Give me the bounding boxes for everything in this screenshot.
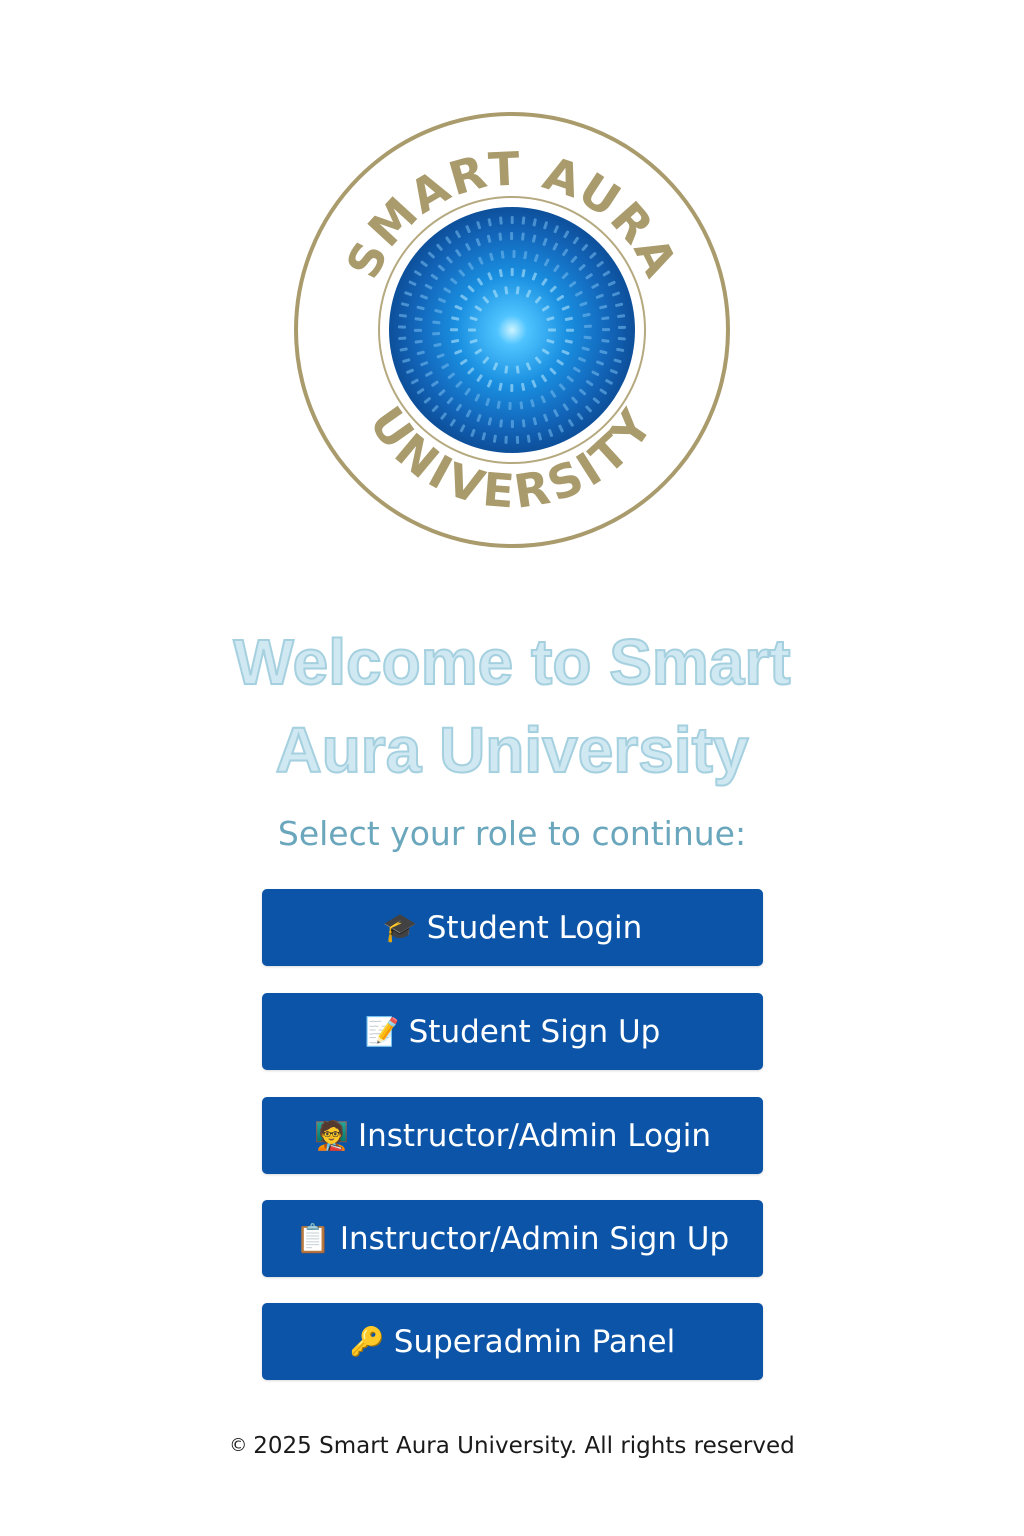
button-label: Instructor/Admin Login	[357, 1117, 712, 1154]
key-icon: 🔑	[349, 1324, 385, 1358]
memo-pencil-icon: 📝	[364, 1014, 400, 1048]
footer-copyright: © 2025 Smart Aura University. All rights …	[0, 1430, 1024, 1462]
orb-texture-mark	[510, 383, 514, 393]
orb-texture-mark	[413, 328, 423, 332]
button-label: Student Sign Up	[408, 1013, 661, 1050]
university-seal-logo: SMART AURA UNIVERSITY	[292, 110, 732, 550]
footer-text: 2025 Smart Aura University. All rights r…	[253, 1433, 795, 1459]
orb-texture-mark	[510, 231, 514, 241]
orb-texture-mark	[601, 328, 611, 332]
title-line-2: Aura University	[274, 713, 749, 787]
instructor-admin-signup-button[interactable]: 📋 Instructor/Admin Sign Up	[262, 1200, 763, 1277]
orb-texture-mark	[617, 336, 626, 341]
student-signup-button[interactable]: 📝 Student Sign Up	[262, 993, 763, 1070]
orb-texture-mark	[432, 332, 441, 336]
orb-texture-mark	[515, 435, 520, 444]
orb-texture-mark	[397, 325, 407, 329]
landing-page: SMART AURA UNIVERSITY Welcome to Smart A…	[0, 0, 1024, 1536]
orb-texture-mark	[449, 328, 459, 332]
button-label: Student Login	[426, 909, 643, 946]
orb-texture-mark	[508, 401, 512, 411]
orb-texture-mark	[510, 419, 514, 429]
orb-texture-mark	[510, 215, 514, 225]
title-line-1: Welcome to Smart	[232, 625, 791, 699]
orb-texture-mark	[548, 328, 556, 332]
orb-texture-mark	[512, 249, 516, 259]
role-prompt: Select your role to continue:	[277, 814, 747, 853]
superadmin-panel-button[interactable]: 🔑 Superadmin Panel	[262, 1303, 763, 1380]
orb-texture-mark	[398, 336, 407, 341]
orb-texture-mark	[510, 267, 514, 277]
orb-texture-mark	[583, 324, 592, 328]
orb-texture-mark	[504, 435, 508, 444]
clipboard-icon: 📋	[295, 1221, 331, 1255]
copyright-icon: ©	[229, 1435, 248, 1456]
instructor-admin-login-button[interactable]: 🧑‍🏫 Instructor/Admin Login	[262, 1097, 763, 1174]
button-label: Instructor/Admin Sign Up	[339, 1220, 730, 1257]
teacher-icon: 🧑‍🏫	[313, 1118, 349, 1152]
graduation-cap-icon: 🎓	[382, 910, 418, 944]
button-label: Superadmin Panel	[393, 1323, 676, 1360]
page-title: Welcome to Smart Aura University	[0, 618, 1024, 794]
orb-texture-mark	[617, 325, 627, 329]
orb-texture-mark	[565, 328, 575, 332]
orb-texture-mark	[468, 328, 476, 332]
student-login-button[interactable]: 🎓 Student Login	[262, 889, 763, 966]
